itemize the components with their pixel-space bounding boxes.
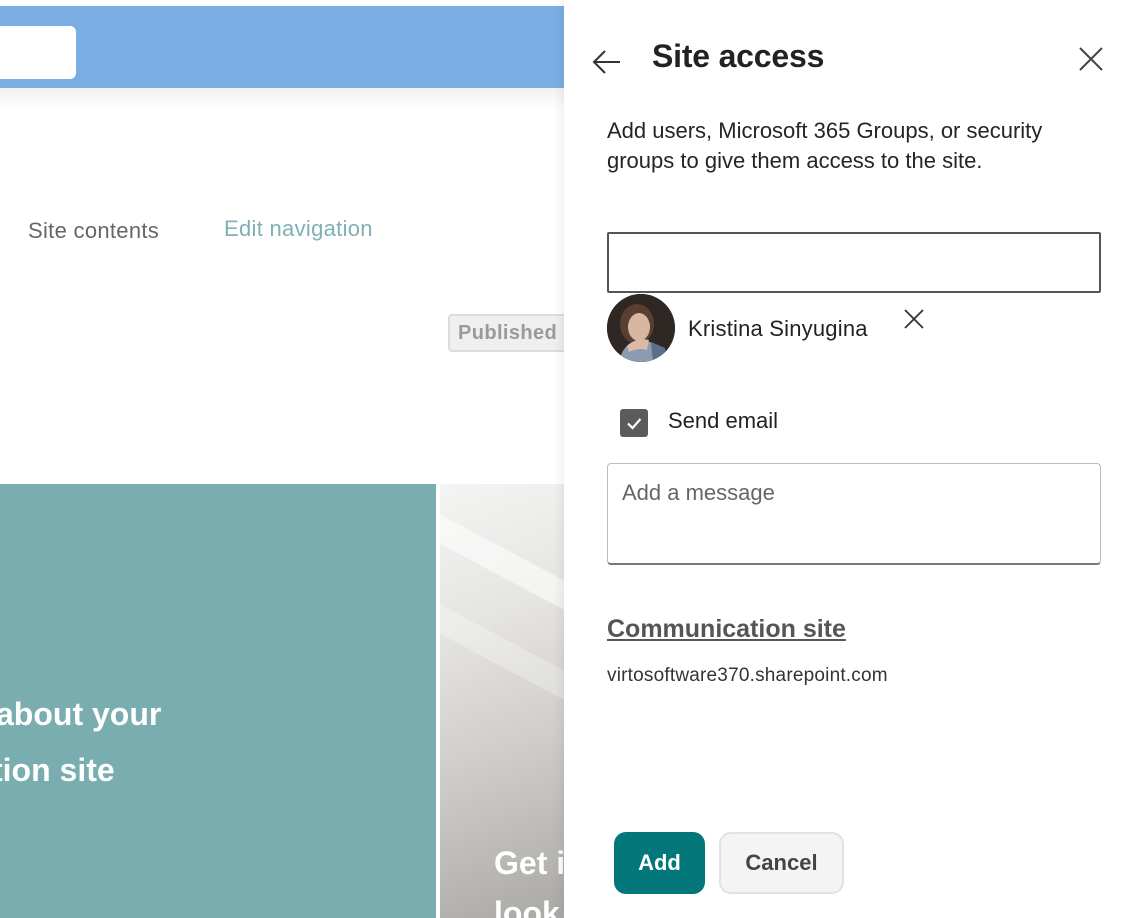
background-page: Site contents Edit navigation Published … — [0, 0, 564, 918]
site-name-link[interactable]: Communication site — [607, 615, 846, 644]
panel-description: Add users, Microsoft 365 Groups, or secu… — [607, 118, 1043, 173]
message-textarea[interactable] — [607, 463, 1101, 565]
close-panel-button[interactable] — [1076, 44, 1106, 74]
avatar — [607, 294, 675, 362]
hero-tile-gray[interactable]: Get i look — [440, 484, 564, 918]
person-name: Kristina Sinyugina — [688, 316, 868, 341]
site-url: virtosoftware370.sharepoint.com — [607, 665, 888, 686]
send-email-label[interactable]: Send email — [668, 408, 778, 434]
published-status-badge: Published — [448, 314, 564, 352]
people-picker-input[interactable] — [607, 232, 1101, 293]
remove-person-button[interactable] — [903, 308, 925, 330]
suite-header-bar — [0, 6, 564, 88]
close-icon — [1079, 47, 1103, 71]
decorative-streak — [440, 594, 564, 740]
hero-title-line-2: tion site — [0, 752, 115, 788]
close-icon — [904, 309, 924, 329]
search-box[interactable] — [0, 26, 76, 79]
person-photo-icon — [607, 294, 675, 362]
checkmark-icon — [627, 418, 642, 430]
site-access-panel: Site access Add users, Microsoft 365 Gro… — [564, 0, 1136, 918]
back-button[interactable] — [590, 44, 624, 78]
arrow-left-icon — [592, 50, 620, 74]
hero-title-line-1: about your — [0, 696, 162, 732]
nav-edit-navigation[interactable]: Edit navigation — [224, 216, 373, 242]
nav-site-contents[interactable]: Site contents — [28, 218, 159, 244]
hero-tile-gray-text: Get i look — [494, 838, 564, 918]
add-button[interactable]: Add — [614, 832, 705, 894]
hero-tile-gray-line-1: Get i — [494, 845, 564, 881]
cancel-button[interactable]: Cancel — [719, 832, 844, 894]
send-email-checkbox[interactable] — [620, 409, 648, 437]
header-divider — [0, 88, 564, 110]
hero-tile-gray-line-2: look — [494, 895, 560, 918]
panel-title: Site access — [652, 38, 825, 74]
selected-person-chip: Kristina Sinyugina — [607, 294, 947, 364]
